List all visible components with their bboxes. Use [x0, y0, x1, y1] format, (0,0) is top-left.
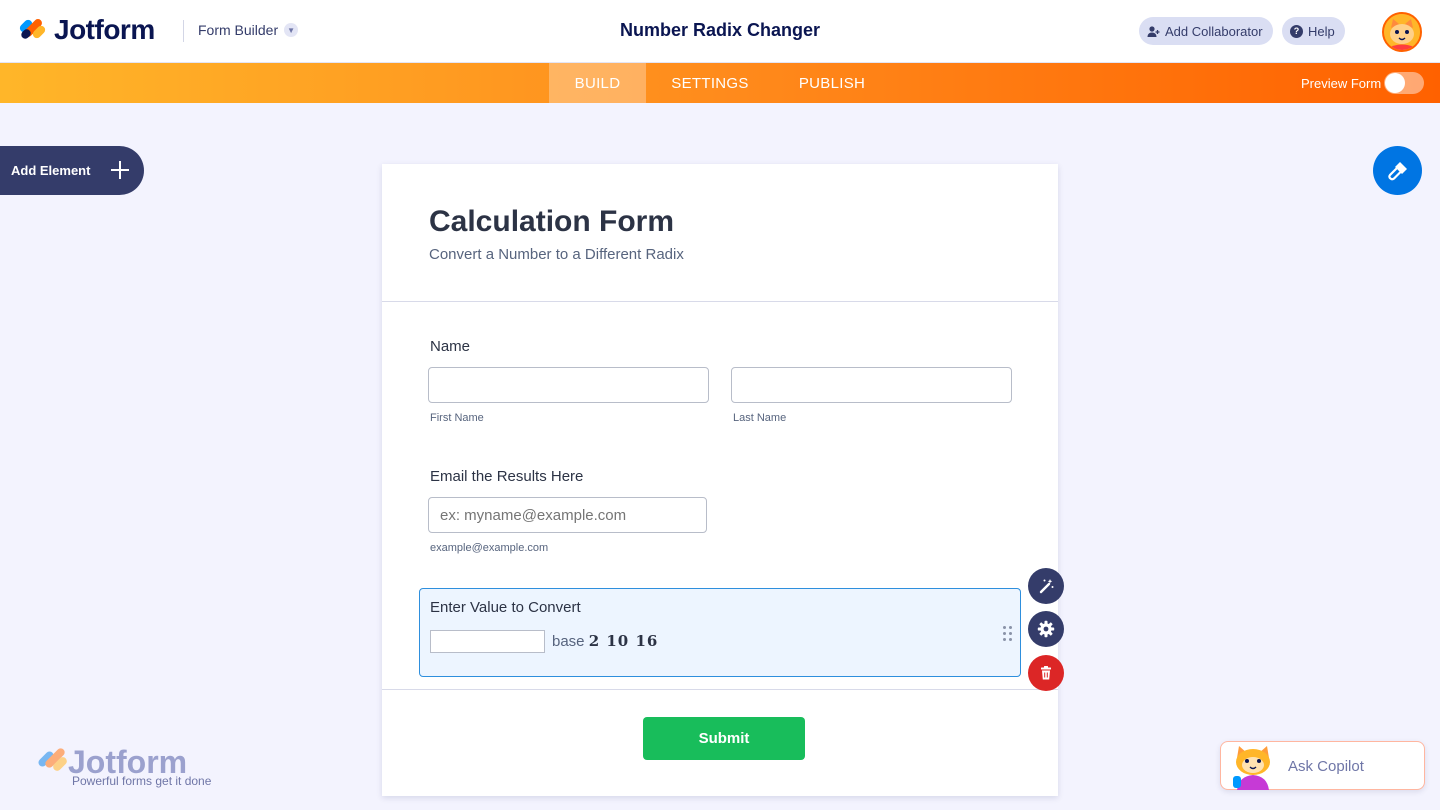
- add-user-icon: [1147, 25, 1160, 37]
- logo-text: Jotform: [54, 14, 155, 45]
- field-settings-button[interactable]: [1028, 611, 1064, 647]
- jotform-watermark-logo-icon: [38, 748, 67, 771]
- radix-field-selected[interactable]: Enter Value to Convert base 2 10 16: [419, 588, 1021, 677]
- email-input[interactable]: [428, 497, 707, 533]
- radix-field-label[interactable]: Enter Value to Convert: [430, 599, 581, 616]
- header-separator: [382, 301, 1058, 302]
- radix-base-values: 2 10 16: [588, 632, 659, 650]
- copilot-cat-icon: [1233, 746, 1270, 790]
- preview-form-toggle[interactable]: [1384, 72, 1424, 94]
- gear-icon: [1037, 620, 1055, 638]
- email-sublabel: example@example.com: [430, 542, 549, 554]
- cat-avatar-icon: [1384, 14, 1420, 50]
- form-name-title[interactable]: Number Radix Changer: [620, 20, 820, 40]
- paint-roller-icon: [1387, 161, 1407, 180]
- trash-icon: [1041, 666, 1051, 680]
- drag-handle-icon[interactable]: [1003, 626, 1013, 642]
- last-name-sublabel: Last Name: [733, 412, 787, 424]
- magic-wand-icon: [1039, 579, 1054, 594]
- radix-base-text: base 2 10 16: [552, 632, 658, 650]
- ask-copilot-label: Ask Copilot: [1288, 758, 1364, 775]
- add-collaborator-button[interactable]: Add Collaborator: [1139, 17, 1273, 45]
- add-element-button[interactable]: Add Element: [0, 146, 144, 195]
- email-field-label[interactable]: Email the Results Here: [430, 468, 583, 485]
- jotform-logo[interactable]: Jotform: [18, 14, 155, 46]
- preview-form-label: Preview Form: [1301, 76, 1382, 91]
- radix-base-prefix: base: [552, 633, 585, 650]
- ask-copilot-button[interactable]: Ask Copilot: [1220, 741, 1425, 790]
- add-collaborator-label: Add Collaborator: [1165, 23, 1263, 39]
- form-designer-button[interactable]: [1373, 146, 1422, 195]
- field-properties-wand-button[interactable]: [1028, 568, 1064, 604]
- form-heading[interactable]: Calculation Form: [429, 205, 674, 239]
- name-field-label[interactable]: Name: [430, 338, 470, 355]
- form-builder-dropdown[interactable]: Form Builder ▼: [198, 22, 299, 38]
- plus-icon: [108, 158, 132, 182]
- help-icon: ?: [1290, 24, 1303, 38]
- tab-build[interactable]: BUILD: [549, 63, 646, 103]
- header-divider: [183, 20, 184, 42]
- form-card: Calculation Form Convert a Number to a D…: [382, 164, 1058, 796]
- chevron-down-icon: ▼: [284, 23, 299, 37]
- form-subheading[interactable]: Convert a Number to a Different Radix: [429, 246, 684, 263]
- jotform-logo-icon: [18, 15, 47, 45]
- tab-settings[interactable]: SETTINGS: [654, 63, 766, 103]
- submit-separator: [382, 689, 1058, 690]
- first-name-sublabel: First Name: [430, 412, 484, 424]
- submit-button[interactable]: Submit: [643, 717, 805, 760]
- top-header: Jotform Form Builder ▼ Number Radix Chan…: [0, 0, 1440, 63]
- first-name-input[interactable]: [428, 367, 709, 403]
- watermark-tagline: Powerful forms get it done: [72, 774, 212, 788]
- radix-value-input[interactable]: [430, 630, 545, 653]
- add-element-label: Add Element: [11, 163, 91, 178]
- builder-nav-bar: BUILD SETTINGS PUBLISH Preview Form: [0, 63, 1440, 103]
- help-button[interactable]: ? Help: [1282, 17, 1345, 45]
- form-builder-label: Form Builder: [198, 22, 279, 38]
- delete-field-button[interactable]: [1028, 655, 1064, 691]
- tab-publish[interactable]: PUBLISH: [783, 63, 881, 103]
- user-avatar[interactable]: [1382, 12, 1422, 52]
- help-label: Help: [1308, 23, 1335, 39]
- last-name-input[interactable]: [731, 367, 1012, 403]
